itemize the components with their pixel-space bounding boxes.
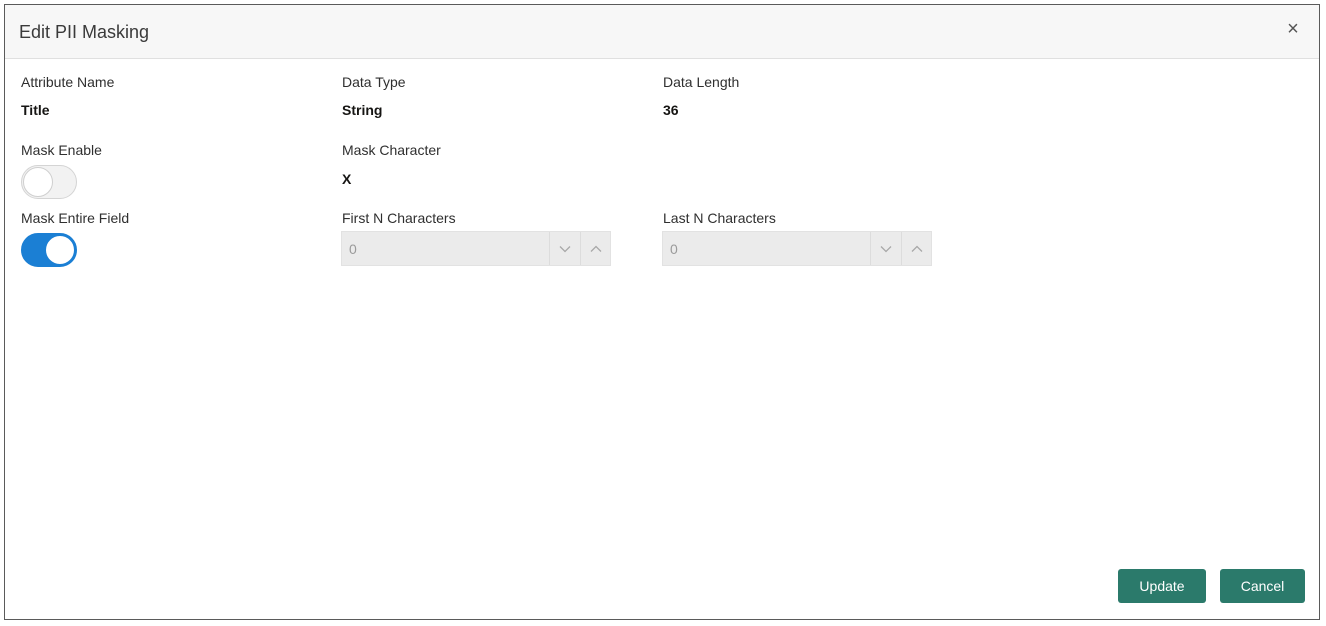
chevron-up-icon	[911, 245, 923, 252]
last-n-characters-stepper	[662, 231, 932, 266]
chevron-down-icon	[880, 245, 892, 252]
toggle-knob	[23, 167, 53, 197]
first-n-characters-stepper	[341, 231, 611, 266]
mask-entire-field-toggle[interactable]	[21, 233, 77, 267]
dialog-title: Edit PII Masking	[19, 22, 150, 42]
increment-button[interactable]	[580, 232, 611, 265]
data-length-label: Data Length	[663, 74, 740, 90]
chevron-up-icon	[590, 245, 602, 252]
increment-button[interactable]	[901, 232, 932, 265]
dialog-header: Edit PII Masking ×	[5, 5, 1319, 59]
mask-entire-field-label: Mask Entire Field	[21, 210, 130, 226]
first-n-characters-input[interactable]	[342, 232, 547, 265]
edit-pii-masking-dialog: Edit PII Masking × Attribute Name Title …	[4, 4, 1320, 620]
toggle-knob	[45, 235, 75, 265]
attribute-name-value: Title	[21, 102, 50, 118]
last-n-characters-label: Last N Characters	[663, 210, 776, 226]
close-icon[interactable]: ×	[1283, 19, 1303, 39]
first-n-characters-label: First N Characters	[342, 210, 456, 226]
cancel-button[interactable]: Cancel	[1220, 569, 1305, 603]
decrement-button[interactable]	[870, 232, 901, 265]
data-type-value: String	[342, 102, 383, 118]
mask-enable-label: Mask Enable	[21, 142, 102, 158]
last-n-characters-input[interactable]	[663, 232, 868, 265]
mask-character-label: Mask Character	[342, 142, 441, 158]
decrement-button[interactable]	[549, 232, 580, 265]
data-length-value: 36	[663, 102, 679, 118]
mask-character-value: X	[342, 171, 352, 187]
chevron-down-icon	[559, 245, 571, 252]
update-button[interactable]: Update	[1118, 569, 1206, 603]
mask-enable-toggle[interactable]	[21, 165, 77, 199]
attribute-name-label: Attribute Name	[21, 74, 115, 90]
data-type-label: Data Type	[342, 74, 406, 90]
